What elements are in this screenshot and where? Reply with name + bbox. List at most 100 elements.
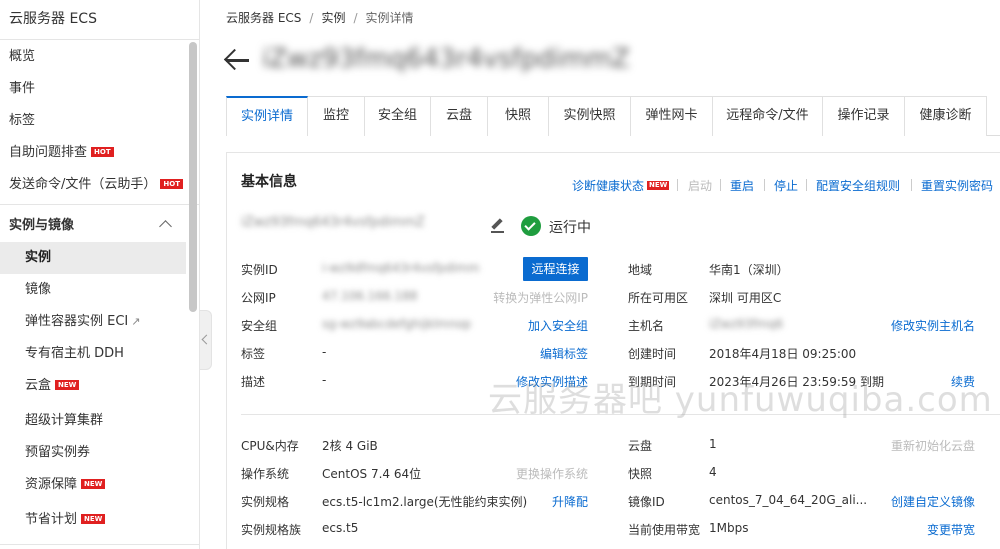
- tab-security-group[interactable]: 安全组: [365, 96, 431, 136]
- value-instance-id: i-wz9dfmq643r4vsfpdimm: [322, 261, 480, 275]
- reinit-disk-link[interactable]: 重新初始化云盘: [891, 437, 975, 454]
- back-arrow-icon[interactable]: [223, 48, 250, 72]
- hot-badge: HOT: [91, 147, 114, 157]
- label-zone: 所在可用区: [628, 291, 689, 305]
- section-title: 基本信息: [241, 174, 297, 190]
- instance-name: iZwz93fmq643r4vsfpdimmZ: [241, 215, 425, 230]
- sidebar: 云服务器 ECS 概览 事件 标签 自助问题排查 HOT 发送命令/文件（云助手）…: [0, 0, 200, 549]
- label-description: 描述: [241, 375, 266, 389]
- new-badge: NEW: [647, 181, 670, 190]
- label-created-time: 创建时间: [628, 347, 677, 361]
- sidebar-item-tags[interactable]: 标签: [0, 105, 186, 137]
- stop-button[interactable]: 停止: [774, 177, 798, 194]
- edit-icon[interactable]: [490, 218, 504, 233]
- tab-instance-details[interactable]: 实例详情: [226, 96, 308, 136]
- label-os: 操作系统: [241, 467, 290, 481]
- value-disks: 1: [709, 437, 717, 451]
- sidebar-collapse-handle[interactable]: [200, 310, 212, 370]
- value-tags: -: [322, 345, 327, 359]
- sidebar-item-savings-plan[interactable]: 节省计划 NEW: [0, 504, 186, 536]
- value-instance-family: ecs.t5: [322, 521, 359, 535]
- label-tags: 标签: [241, 347, 266, 361]
- sidebar-item-ddh[interactable]: 专有宿主机 DDH: [0, 338, 186, 370]
- sidebar-item-label: 实例: [25, 250, 52, 265]
- tab-snapshots[interactable]: 快照: [488, 96, 549, 136]
- sidebar-section-label: 实例与镜像: [9, 218, 75, 233]
- check-circle-icon: [521, 216, 541, 236]
- divider: [677, 179, 678, 191]
- breadcrumb-current: 实例详情: [365, 11, 414, 25]
- sidebar-section-instances-images[interactable]: 实例与镜像: [0, 210, 186, 242]
- hot-badge: HOT: [160, 179, 183, 189]
- tab-operation-log[interactable]: 操作记录: [823, 96, 905, 136]
- sidebar-item-instances[interactable]: 实例: [0, 242, 186, 274]
- value-public-ip: 47.106.166.188: [322, 289, 418, 303]
- sidebar-item-label: 概览: [9, 49, 36, 64]
- tab-health-diagnosis[interactable]: 健康诊断: [905, 96, 987, 136]
- chevron-left-icon: [201, 334, 212, 345]
- convert-eip-link[interactable]: 转换为弹性公网IP: [493, 289, 588, 306]
- divider: [764, 179, 765, 191]
- sidebar-item-label: 专有宿主机 DDH: [25, 346, 124, 361]
- sidebar-item-send-command[interactable]: 发送命令/文件（云助手） HOT: [0, 169, 186, 201]
- sidebar-scrollbar[interactable]: [189, 42, 197, 312]
- label-instance-family: 实例规格族: [241, 523, 302, 537]
- tab-disks[interactable]: 云盘: [431, 96, 488, 136]
- sidebar-item-reserved[interactable]: 预留实例券: [0, 437, 186, 469]
- sidebar-item-images[interactable]: 镜像: [0, 274, 186, 306]
- page-title: iZwz93fmq643r4vsfpdimmZ: [262, 44, 630, 74]
- label-public-ip: 公网IP: [241, 291, 276, 305]
- breadcrumb-ecs[interactable]: 云服务器 ECS: [226, 11, 301, 25]
- value-instance-type: ecs.t5-lc1m2.large(无性能约束实例): [322, 495, 528, 509]
- sidebar-item-label: 资源保障: [25, 477, 78, 492]
- breadcrumb-instances[interactable]: 实例: [321, 11, 345, 25]
- label-snapshots: 快照: [628, 467, 653, 481]
- label-image-id: 镜像ID: [628, 495, 665, 509]
- sidebar-item-supercomputing[interactable]: 超级计算集群: [0, 405, 186, 437]
- value-description: -: [322, 373, 327, 387]
- change-os-link[interactable]: 更换操作系统: [516, 465, 588, 482]
- sidebar-divider: [0, 204, 200, 205]
- sidebar-item-overview[interactable]: 概览: [0, 41, 186, 73]
- value-cpu-memory: 2核 4 GiB: [322, 439, 378, 453]
- reset-password-link[interactable]: 重置实例密码: [921, 177, 993, 194]
- chevron-up-icon: [159, 220, 172, 233]
- label-instance-id: 实例ID: [241, 263, 278, 277]
- value-security-group[interactable]: sg-wz9abcdefghijklmnop: [322, 317, 471, 331]
- tab-monitoring[interactable]: 监控: [308, 96, 365, 136]
- configure-sg-rules-link[interactable]: 配置安全组规则: [816, 177, 900, 194]
- sidebar-item-label: 自助问题排查: [9, 145, 88, 160]
- sidebar-item-label: 预留实例券: [25, 445, 91, 460]
- sidebar-item-resource-guarantee[interactable]: 资源保障 NEW: [0, 469, 186, 501]
- restart-button[interactable]: 重启: [730, 177, 754, 194]
- remote-connect-button[interactable]: 远程连接: [523, 257, 588, 281]
- sidebar-item-label: 节省计划: [25, 512, 78, 527]
- tab-bar: 实例详情 监控 安全组 云盘 快照 实例快照 弹性网卡 远程命令/文件 操作记录…: [226, 96, 1000, 136]
- sidebar-item-troubleshoot[interactable]: 自助问题排查 HOT: [0, 137, 186, 169]
- sidebar-item-cloud-box[interactable]: 云盒 NEW: [0, 370, 186, 402]
- diagnose-health-link[interactable]: 诊断健康状态 NEW: [572, 177, 670, 194]
- create-custom-image-link[interactable]: 创建自定义镜像: [891, 493, 975, 510]
- value-region: 华南1（深圳）: [709, 263, 789, 277]
- divider: [720, 179, 721, 191]
- breadcrumb: 云服务器 ECS / 实例 / 实例详情: [226, 11, 414, 25]
- edit-hostname-link[interactable]: 修改实例主机名: [891, 317, 975, 334]
- label-bandwidth: 当前使用带宽: [628, 523, 701, 537]
- tab-eni[interactable]: 弹性网卡: [631, 96, 713, 136]
- upgrade-downgrade-link[interactable]: 升降配: [552, 493, 588, 510]
- tab-remote-command[interactable]: 远程命令/文件: [713, 96, 823, 136]
- change-bandwidth-link[interactable]: 变更带宽: [927, 521, 975, 538]
- edit-tags-link[interactable]: 编辑标签: [540, 345, 588, 362]
- start-button[interactable]: 启动: [688, 177, 712, 194]
- sidebar-item-label: 标签: [9, 113, 36, 128]
- tab-instance-snapshots[interactable]: 实例快照: [549, 96, 631, 136]
- new-badge: NEW: [81, 479, 106, 489]
- value-image-id: centos_7_04_64_20G_ali...: [709, 493, 868, 507]
- sidebar-item-eci[interactable]: 弹性容器实例 ECI ↗: [0, 306, 186, 338]
- sidebar-item-label: 弹性容器实例 ECI: [25, 314, 129, 329]
- label-cpu-memory: CPU&内存: [241, 439, 299, 453]
- watermark: 云服务器吧 yunfuwuqiba.com: [488, 380, 993, 420]
- sidebar-item-label: 云盒: [25, 378, 52, 393]
- sidebar-item-events[interactable]: 事件: [0, 73, 186, 105]
- join-security-group-link[interactable]: 加入安全组: [528, 317, 588, 334]
